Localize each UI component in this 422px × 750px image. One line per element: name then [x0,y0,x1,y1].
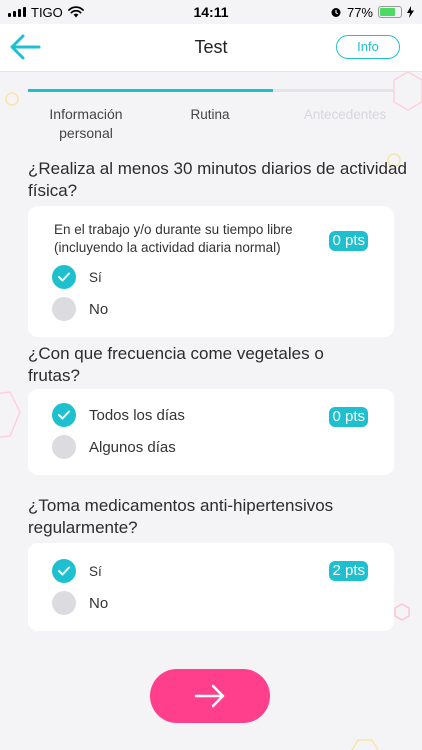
check-icon [58,410,70,420]
arrow-right-icon [194,684,225,708]
radio-unchecked[interactable] [52,591,76,615]
radio-checked[interactable] [52,265,76,289]
option-label: No [89,300,109,318]
step-background: Antecedentes [303,107,387,122]
question-1-text: ¿Realiza al menos 30 minutos diarios de … [28,159,407,200]
status-bar: TIGO 14:11 77% [0,0,422,24]
radio-unchecked[interactable] [52,297,76,321]
check-icon [58,272,70,282]
option-label: No [89,594,109,612]
option-label: Sí [89,269,102,285]
question-2-text: ¿Con que frecuencia come vegetales o fru… [28,344,324,385]
battery-icon [378,6,402,18]
decorative-hexagon-icon [394,603,410,621]
bolt-icon [407,6,414,18]
question-3-text: ¿Toma medicamentos anti-hipertensivos re… [28,496,334,537]
question-3-card: 2 pts Sí No [28,543,394,631]
question-1-points-badge: 0 pts [329,231,368,251]
check-icon [58,566,70,576]
question-3-option-yes[interactable]: Sí [52,559,102,583]
question-1-description: En el trabajo y/o durante su tiempo libr… [54,222,293,255]
question-3-option-no[interactable]: No [52,591,108,615]
decorative-circle-icon [5,92,19,106]
info-button[interactable]: Info [336,35,400,59]
step-routine: Rutina [190,107,230,122]
battery-level [380,8,396,16]
step-progress-track [28,89,394,92]
radio-checked[interactable] [52,559,76,583]
decorative-hexagon-icon [351,739,379,750]
question-2-card: 0 pts Todos los días Algunos días [28,389,394,475]
nav-bar: Test Info [0,24,422,72]
radio-checked[interactable] [52,403,76,427]
battery-percent: 77% [346,4,373,20]
step-personal-info: Información personal [49,106,123,141]
option-label: Algunos días [89,438,176,456]
question-1-option-yes[interactable]: Sí [52,265,102,289]
option-label: Todos los días [89,406,185,424]
radio-unchecked[interactable] [52,435,76,459]
question-2-option-every-day[interactable]: Todos los días [52,403,185,427]
question-1-option-no[interactable]: No [52,297,108,321]
step-progress-fill [28,89,274,92]
question-1-card: En el trabajo y/o durante su tiempo libr… [28,206,394,337]
question-2-option-some-days[interactable]: Algunos días [52,435,176,459]
status-right: 77% [330,5,414,20]
option-label: Sí [89,563,102,579]
alarm-icon [331,8,341,17]
next-button[interactable] [150,669,270,723]
decorative-hexagon-icon [0,391,21,438]
question-2-points-badge: 0 pts [329,407,368,427]
question-3-points-badge: 2 pts [329,561,368,581]
